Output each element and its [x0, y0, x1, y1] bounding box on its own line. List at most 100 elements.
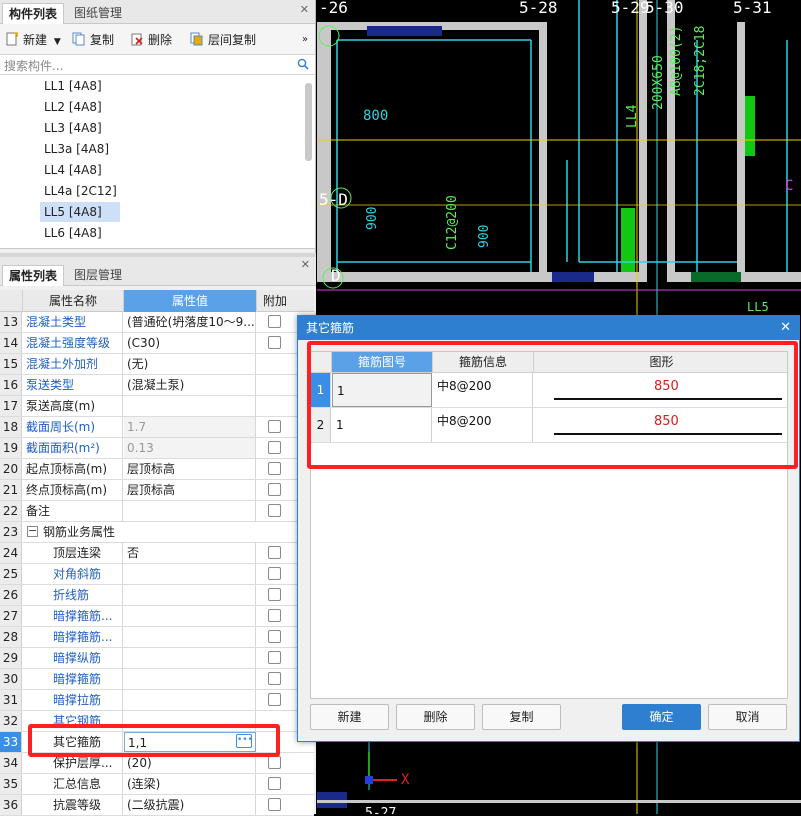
attribute-row[interactable]: 15 混凝土外加剂 (无): [0, 354, 314, 375]
new-button[interactable]: 新建: [310, 704, 389, 730]
tree-item-ll1[interactable]: LL1 [4A8]: [40, 76, 106, 96]
extra-checkbox[interactable]: [268, 315, 281, 328]
tree-item-ll3[interactable]: LL3 [4A8]: [40, 118, 106, 138]
attribute-row[interactable]: 28 暗撑箍筋...: [0, 627, 314, 648]
attribute-value[interactable]: [124, 585, 256, 605]
tab-attribute-list[interactable]: 属性列表: [2, 265, 65, 286]
floor-copy-button[interactable]: 层间复制: [190, 31, 256, 49]
extra-checkbox[interactable]: [268, 693, 281, 706]
attribute-value[interactable]: [124, 690, 256, 710]
attribute-value[interactable]: 1.7: [124, 417, 256, 437]
attribute-row[interactable]: 19 截面面积(m²) 0.13: [0, 438, 314, 459]
extra-checkbox[interactable]: [268, 546, 281, 559]
attribute-value[interactable]: [124, 564, 256, 584]
attribute-row[interactable]: 29 暗撑纵筋: [0, 648, 314, 669]
tree-item-ll4[interactable]: LL4 [4A8]: [40, 160, 106, 180]
attribute-row[interactable]: 24 顶层连梁否: [0, 543, 314, 564]
floor-copy-icon: [190, 32, 203, 46]
tree-item-ll4a[interactable]: LL4a [2C12]: [40, 181, 121, 201]
attribute-row[interactable]: 18 截面周长(m) 1.7: [0, 417, 314, 438]
attribute-value[interactable]: 0.13: [124, 438, 256, 458]
ll4-label: LL4: [625, 104, 640, 128]
attribute-name: 暗撑纵筋: [23, 648, 123, 668]
attribute-row[interactable]: 31 暗撑拉筋: [0, 690, 314, 711]
tab-layer-management[interactable]: 图层管理: [68, 265, 128, 286]
extra-checkbox[interactable]: [268, 777, 281, 790]
tree-scrollbar[interactable]: [305, 83, 312, 161]
search-input[interactable]: 搜索构件...: [4, 57, 63, 74]
attribute-value[interactable]: [124, 627, 256, 647]
extra-checkbox[interactable]: [268, 504, 281, 517]
copy-button[interactable]: 复制: [482, 704, 561, 730]
attribute-value[interactable]: (无): [124, 354, 256, 374]
tree-item-ll6[interactable]: LL6 [4A8]: [40, 223, 106, 243]
row-number: 26: [0, 585, 22, 605]
attribute-name: 顶层连梁: [23, 543, 123, 563]
attribute-name: 暗撑拉筋: [23, 690, 123, 710]
more-chevron-icon[interactable]: »: [302, 31, 308, 49]
attribute-row[interactable]: 13 混凝土类型 (普通砼(坍落度10～9...: [0, 312, 314, 333]
attribute-value[interactable]: (二级抗震): [124, 795, 256, 815]
component-search[interactable]: 搜索构件...: [0, 55, 315, 75]
extra-checkbox[interactable]: [268, 630, 281, 643]
extra-checkbox[interactable]: [268, 462, 281, 475]
tree-item-ll2[interactable]: LL2 [4A8]: [40, 97, 106, 117]
copy-button[interactable]: 复制: [72, 31, 114, 49]
row-number: 18: [0, 417, 22, 437]
attribute-row[interactable]: 23− 钢筋业务属性: [0, 522, 314, 543]
attribute-value[interactable]: (普通砼(坍落度10～9...: [124, 312, 256, 332]
attribute-value[interactable]: 层顶标高: [124, 459, 256, 479]
attribute-value[interactable]: 层顶标高: [124, 480, 256, 500]
extra-checkbox[interactable]: [268, 567, 281, 580]
extra-checkbox[interactable]: [268, 798, 281, 811]
attribute-value[interactable]: 否: [124, 543, 256, 563]
extra-checkbox[interactable]: [268, 651, 281, 664]
extra-checkbox[interactable]: [268, 483, 281, 496]
extra-checkbox[interactable]: [268, 756, 281, 769]
cancel-button[interactable]: 取消: [708, 704, 787, 730]
attribute-row[interactable]: 20 起点顶标高(m) 层顶标高: [0, 459, 314, 480]
attribute-row[interactable]: 16 泵送类型 (混凝土泵): [0, 375, 314, 396]
attribute-value[interactable]: [124, 606, 256, 626]
attribute-value[interactable]: [124, 396, 256, 416]
close-icon[interactable]: ✕: [300, 3, 309, 16]
tree-item-ll3a[interactable]: LL3a [4A8]: [40, 139, 113, 159]
axis-label-529: 5-29: [611, 0, 650, 17]
attribute-row[interactable]: 17 泵送高度(m): [0, 396, 314, 417]
attribute-row[interactable]: 26 折线筋: [0, 585, 314, 606]
new-button[interactable]: 新建 ▼: [5, 31, 61, 49]
attribute-row[interactable]: 22 备注: [0, 501, 314, 522]
attribute-value[interactable]: [124, 669, 256, 689]
attribute-name: 泵送类型: [23, 375, 123, 395]
extra-checkbox[interactable]: [268, 336, 281, 349]
ok-button[interactable]: 确定: [622, 704, 701, 730]
search-icon[interactable]: [297, 58, 309, 70]
chevron-down-icon[interactable]: ▼: [54, 37, 61, 47]
delete-button[interactable]: 删除: [396, 704, 475, 730]
attribute-row[interactable]: 25 对角斜筋: [0, 564, 314, 585]
attribute-value[interactable]: [124, 648, 256, 668]
attribute-row[interactable]: 27 暗撑箍筋...: [0, 606, 314, 627]
close-icon[interactable]: ✕: [301, 258, 310, 271]
attribute-value[interactable]: (C30): [124, 333, 256, 353]
attribute-row[interactable]: 36 抗震等级 (二级抗震): [0, 795, 314, 816]
extra-checkbox[interactable]: [268, 672, 281, 685]
delete-button[interactable]: 删除: [130, 31, 172, 49]
extra-checkbox[interactable]: [268, 441, 281, 454]
tree-item-ll5-selected[interactable]: LL5 [4A8]: [40, 202, 120, 222]
extra-checkbox[interactable]: [268, 588, 281, 601]
header-attr-value[interactable]: 属性值: [124, 290, 257, 312]
tab-drawing-management[interactable]: 图纸管理: [68, 3, 128, 24]
attribute-row[interactable]: 14 混凝土强度等级 (C30): [0, 333, 314, 354]
attribute-row[interactable]: 35 汇总信息 (连梁): [0, 774, 314, 795]
attribute-value[interactable]: (连梁): [124, 774, 256, 794]
tab-component-list[interactable]: 构件列表: [2, 3, 65, 24]
extra-checkbox[interactable]: [268, 420, 281, 433]
attribute-value[interactable]: (混凝土泵): [124, 375, 256, 395]
close-icon[interactable]: ✕: [780, 316, 791, 340]
attribute-value[interactable]: [124, 501, 256, 521]
attribute-row[interactable]: 30 暗撑箍筋: [0, 669, 314, 690]
attribute-row[interactable]: 21 终点顶标高(m) 层顶标高: [0, 480, 314, 501]
extra-checkbox[interactable]: [268, 609, 281, 622]
attribute-name: 终点顶标高(m): [23, 480, 123, 500]
